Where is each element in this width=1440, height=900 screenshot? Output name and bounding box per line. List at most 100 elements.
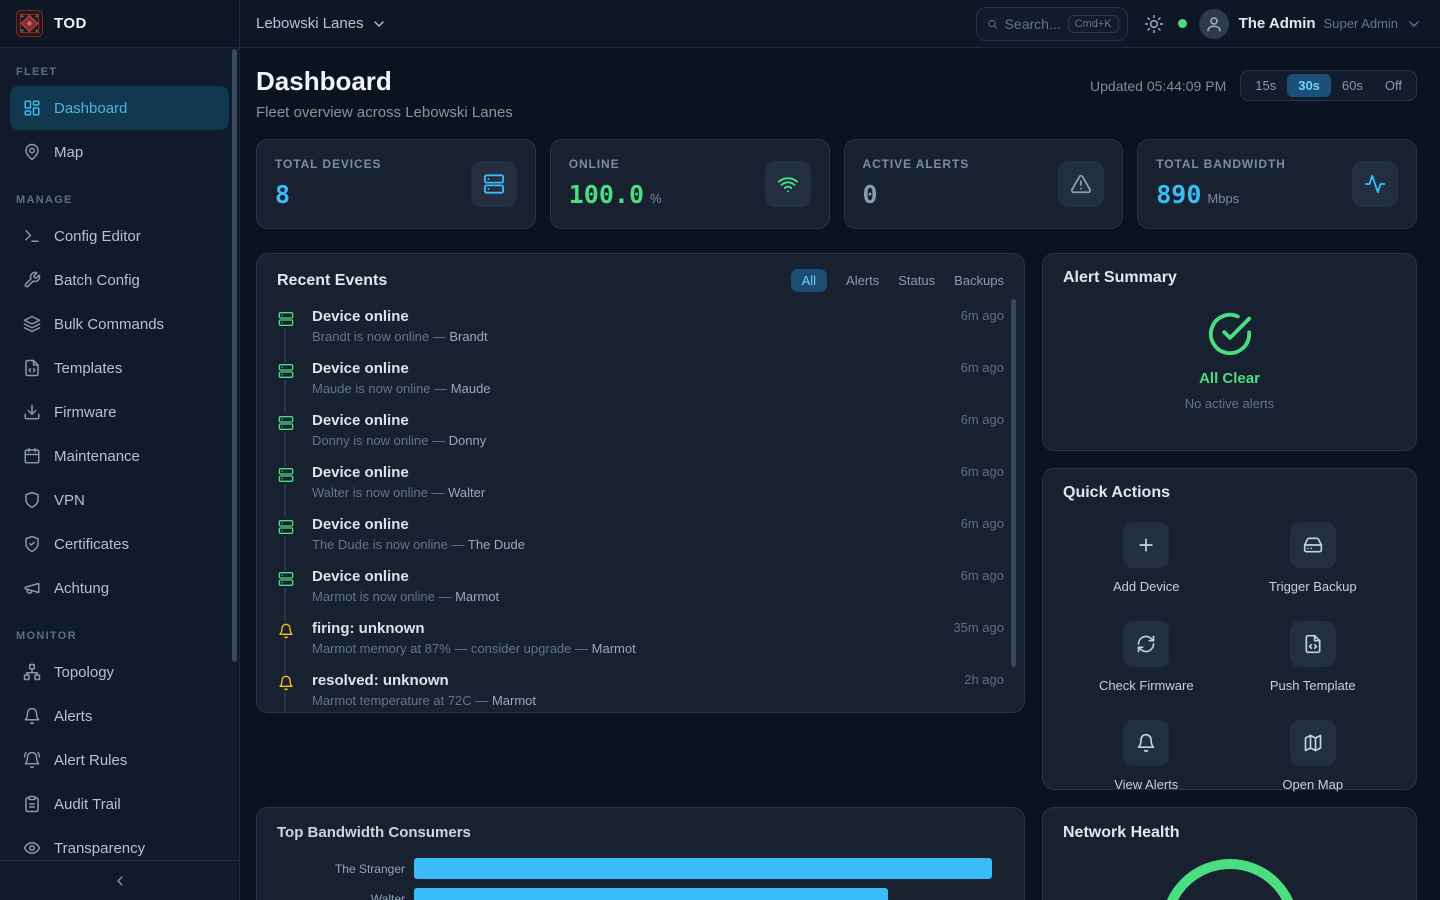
event-separator: — [438, 589, 451, 604]
event-row[interactable]: Device online Maude is now online — Maud… [277, 352, 1004, 404]
refresh-30s-button[interactable]: 30s [1287, 74, 1331, 97]
quick-actions-title: Quick Actions [1063, 484, 1396, 502]
push-template-button[interactable]: Push Template [1230, 621, 1397, 693]
event-title: Device online [312, 412, 949, 429]
stat-card-active-alerts: ACTIVE ALERTS 0 [844, 139, 1124, 229]
tab-alerts[interactable]: Alerts [846, 273, 879, 288]
user-menu-chevron-icon[interactable] [1406, 16, 1422, 32]
sidebar-item-firmware[interactable]: Firmware [10, 390, 229, 434]
sidebar-item-audit-trail[interactable]: Audit Trail [10, 782, 229, 826]
stat-card-online: ONLINE 100.0 % [550, 139, 830, 229]
sidebar-item-label: Config Editor [54, 228, 141, 245]
network-health-title: Network Health [1063, 824, 1396, 842]
event-device: Marmot [592, 641, 636, 656]
sidebar-item-maintenance[interactable]: Maintenance [10, 434, 229, 478]
event-detail: Maude is now online [312, 381, 431, 396]
event-detail: Marmot memory at 87% — consider upgrade [312, 641, 571, 656]
event-time: 2h ago [964, 672, 1004, 687]
network-icon [23, 663, 41, 681]
nav-section-manage: MANAGE Config Editor Batch Config Bulk C… [0, 194, 239, 610]
avatar[interactable] [1199, 9, 1229, 39]
event-row[interactable]: firing: unknown Marmot memory at 87% — c… [277, 612, 1004, 664]
event-row[interactable]: Device online Donny is now online — Donn… [277, 404, 1004, 456]
map-pin-icon [23, 143, 41, 161]
quick-action-label: Add Device [1113, 579, 1179, 594]
view-alerts-button[interactable]: View Alerts [1063, 720, 1230, 792]
sidebar-item-label: Alert Rules [54, 752, 127, 769]
bell-icon [277, 674, 295, 692]
event-row[interactable]: Device online Brandt is now online — Bra… [277, 300, 1004, 352]
refresh-60s-button[interactable]: 60s [1331, 74, 1374, 97]
sun-icon[interactable] [1144, 14, 1164, 34]
trigger-backup-button[interactable]: Trigger Backup [1230, 522, 1397, 594]
quick-action-label: Check Firmware [1099, 678, 1194, 693]
stat-unit: % [650, 191, 662, 206]
stat-value: 100.0 [569, 180, 644, 209]
search-input[interactable]: Search... Cmd+K [976, 7, 1128, 41]
event-separator: — [431, 485, 444, 500]
refresh-off-button[interactable]: Off [1374, 74, 1413, 97]
sidebar-item-label: Map [54, 144, 83, 161]
app-root: TOD Lebowski Lanes Search... Cmd+K The A… [0, 0, 1440, 900]
terminal-icon [23, 227, 41, 245]
sidebar-item-alert-rules[interactable]: Alert Rules [10, 738, 229, 782]
events-scrollbar[interactable] [1011, 299, 1016, 667]
event-time: 6m ago [961, 464, 1004, 479]
sidebar-item-vpn[interactable]: VPN [10, 478, 229, 522]
alert-summary-title: Alert Summary [1063, 269, 1396, 287]
sidebar-item-alerts[interactable]: Alerts [10, 694, 229, 738]
server-icon [277, 570, 295, 588]
rug-logo-icon [16, 10, 43, 37]
layout-dashboard-icon [23, 99, 41, 117]
tab-status[interactable]: Status [898, 273, 935, 288]
event-row[interactable]: Device online Marmot is now online — Mar… [277, 560, 1004, 612]
sidebar-collapse-button[interactable] [0, 860, 239, 900]
server-icon [277, 362, 295, 380]
sidebar-item-label: Firmware [54, 404, 117, 421]
brand: TOD [0, 0, 240, 47]
event-device: The Dude [468, 537, 525, 552]
file-code-icon [1303, 634, 1323, 654]
sidebar-item-certificates[interactable]: Certificates [10, 522, 229, 566]
calendar-icon [23, 447, 41, 465]
file-code-icon [23, 359, 41, 377]
sidebar-item-map[interactable]: Map [10, 130, 229, 174]
event-device: Marmot [455, 589, 499, 604]
sidebar-item-templates[interactable]: Templates [10, 346, 229, 390]
check-firmware-button[interactable]: Check Firmware [1063, 621, 1230, 693]
sidebar-item-config-editor[interactable]: Config Editor [10, 214, 229, 258]
sidebar-item-dashboard[interactable]: Dashboard [10, 86, 229, 130]
stat-value: 8 [275, 180, 290, 209]
search-icon [987, 16, 998, 32]
event-time: 6m ago [961, 516, 1004, 531]
sidebar-item-batch-config[interactable]: Batch Config [10, 258, 229, 302]
open-map-button[interactable]: Open Map [1230, 720, 1397, 792]
event-row[interactable]: Device online The Dude is now online — T… [277, 508, 1004, 560]
brand-name: TOD [54, 15, 87, 32]
sidebar-item-bulk-commands[interactable]: Bulk Commands [10, 302, 229, 346]
event-detail: Marmot temperature at 72C [312, 693, 472, 708]
bandwidth-device-label: Walter [277, 892, 405, 900]
event-row[interactable]: resolved: unknown Marmot temperature at … [277, 664, 1004, 713]
server-icon [277, 414, 295, 432]
hard-drive-icon [1303, 535, 1323, 555]
refresh-interval-control: 15s 30s 60s Off [1240, 70, 1417, 101]
event-detail: Walter is now online [312, 485, 428, 500]
event-row[interactable]: Device online Walter is now online — Wal… [277, 456, 1004, 508]
network-health-ring: 100 [1063, 855, 1396, 900]
stat-value: 890 [1156, 180, 1201, 209]
sidebar-item-label: Topology [54, 664, 114, 681]
fleet-selector[interactable]: Lebowski Lanes [256, 15, 387, 32]
add-device-button[interactable]: Add Device [1063, 522, 1230, 594]
refresh-15s-button[interactable]: 15s [1244, 74, 1287, 97]
sidebar-scrollbar[interactable] [232, 49, 237, 662]
event-title: Device online [312, 308, 949, 325]
sidebar-item-topology[interactable]: Topology [10, 650, 229, 694]
nav-section-fleet: FLEET Dashboard Map [0, 66, 239, 174]
bandwidth-bar [414, 888, 888, 900]
bandwidth-row: The Stranger [277, 858, 1004, 879]
tab-all[interactable]: All [791, 269, 827, 292]
wrench-icon [23, 271, 41, 289]
sidebar-item-achtung[interactable]: Achtung [10, 566, 229, 610]
tab-backups[interactable]: Backups [954, 273, 1004, 288]
